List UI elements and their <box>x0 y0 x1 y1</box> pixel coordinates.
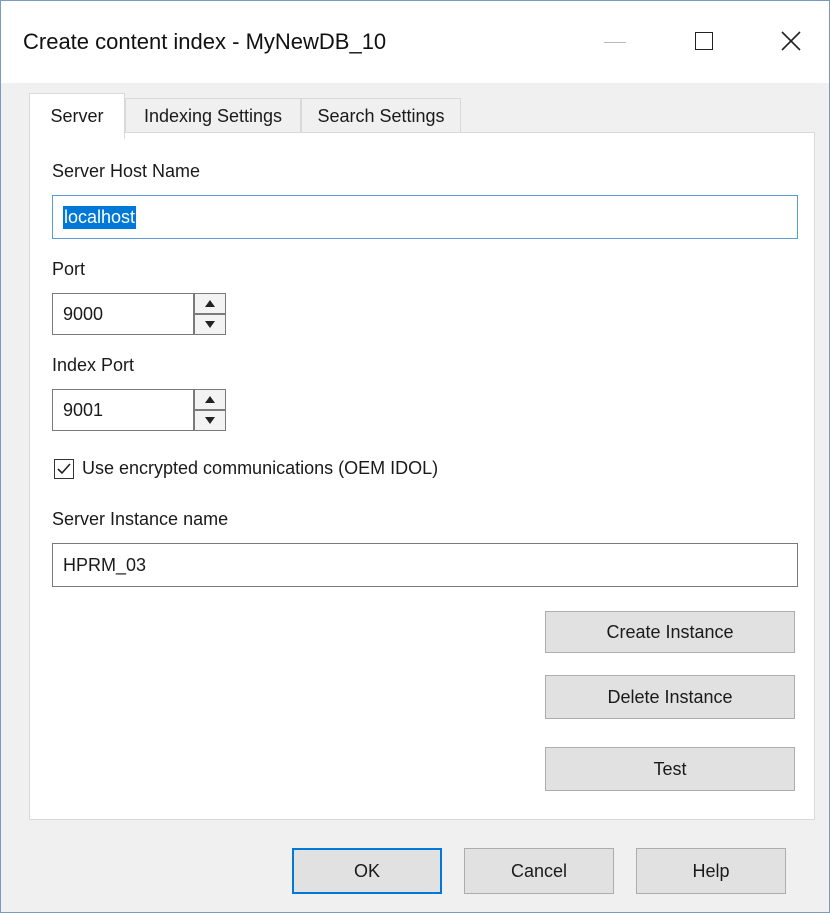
server-instance-name-label: Server Instance name <box>52 509 229 529</box>
close-button[interactable] <box>761 19 821 65</box>
minimize-icon <box>604 42 626 43</box>
server-host-name-value: localhost <box>63 205 137 229</box>
maximize-icon <box>695 32 713 50</box>
encrypted-communications-checkbox[interactable] <box>54 459 74 479</box>
ok-button[interactable]: OK <box>292 848 442 894</box>
delete-instance-button[interactable]: Delete Instance <box>545 675 795 719</box>
port-stepper <box>194 293 226 335</box>
index-port-input[interactable]: 9001 <box>52 389 194 431</box>
tab-indexing-settings[interactable]: Indexing Settings <box>125 98 301 133</box>
index-port-label: Index Port <box>52 355 135 375</box>
help-button[interactable]: Help <box>636 848 786 894</box>
test-button[interactable]: Test <box>545 747 795 791</box>
tab-search-settings[interactable]: Search Settings <box>301 98 461 133</box>
maximize-button[interactable] <box>673 19 733 65</box>
server-instance-name-input[interactable]: HPRM_03 <box>52 543 798 587</box>
encrypted-communications-label[interactable]: Use encrypted communications (OEM IDOL) <box>82 458 438 479</box>
port-decrement-button[interactable] <box>194 314 226 335</box>
port-input[interactable]: 9000 <box>52 293 194 335</box>
index-port-stepper <box>194 389 226 431</box>
arrow-up-icon <box>205 300 215 307</box>
arrow-down-icon <box>205 417 215 424</box>
create-instance-button[interactable]: Create Instance <box>545 611 795 653</box>
arrow-down-icon <box>205 321 215 328</box>
window-title: Create content index - MyNewDB_10 <box>23 29 387 54</box>
tab-server[interactable]: Server <box>29 93 125 139</box>
index-port-increment-button[interactable] <box>194 389 226 410</box>
port-label: Port <box>52 259 86 279</box>
close-icon <box>781 31 801 51</box>
dialog-window: Create content index - MyNewDB_10 Server… <box>0 0 830 913</box>
index-port-decrement-button[interactable] <box>194 410 226 431</box>
arrow-up-icon <box>205 396 215 403</box>
server-tab-panel: Server Host Name localhost Port 9000 Ind… <box>29 132 815 820</box>
server-host-name-input[interactable]: localhost <box>52 195 798 239</box>
minimize-button[interactable] <box>586 19 646 65</box>
port-increment-button[interactable] <box>194 293 226 314</box>
cancel-button[interactable]: Cancel <box>464 848 614 894</box>
title-bar[interactable]: Create content index - MyNewDB_10 <box>1 1 829 83</box>
server-host-name-label: Server Host Name <box>52 161 201 181</box>
checkmark-icon <box>57 463 71 475</box>
